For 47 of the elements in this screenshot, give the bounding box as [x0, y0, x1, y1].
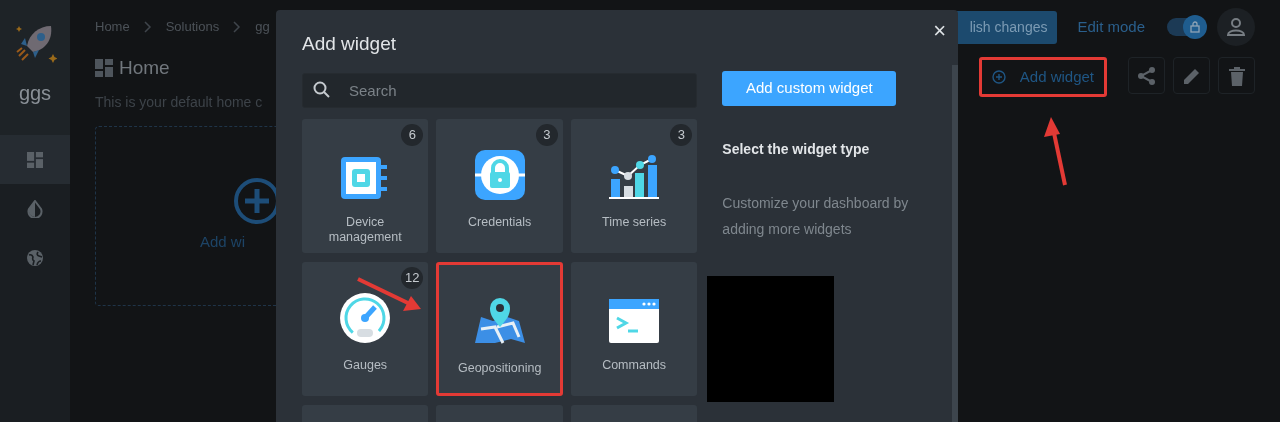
count-badge: 6: [401, 123, 424, 146]
brand-name: ggs: [18, 81, 52, 106]
widget-label: Credentials: [467, 214, 533, 230]
share-icon: [1136, 65, 1157, 86]
section-heading: Select the widget type: [722, 140, 871, 159]
dashboard-icon: [27, 151, 43, 168]
widget-tile[interactable]: Device management 6: [302, 118, 429, 253]
edit-mode-toggle[interactable]: [1167, 18, 1205, 36]
widget-tile[interactable]: Time series 3: [570, 118, 698, 253]
widget-tile[interactable]: Commands: [570, 261, 698, 396]
person-icon: [1226, 17, 1246, 37]
widget-label: Gauges: [342, 357, 389, 373]
dialog-title: Add widget: [302, 32, 397, 56]
widget-label: Geopositioning: [456, 360, 543, 376]
avatar[interactable]: [1217, 8, 1255, 46]
edit-button[interactable]: [1173, 57, 1210, 94]
close-button[interactable]: ×: [933, 20, 946, 42]
globe-icon: [26, 248, 44, 267]
edit-mode-label: Edit mode: [1077, 16, 1145, 37]
lock-icon: [1190, 21, 1200, 33]
help-text: Customize your dashboard by adding more widgets: [722, 194, 910, 239]
pencil-icon: [1182, 66, 1201, 85]
widget-tile[interactable]: Credentials 3: [436, 118, 563, 253]
search-field[interactable]: Search: [302, 72, 698, 108]
widget-tile[interactable]: Geopositioning: [436, 261, 563, 396]
drop-icon: [27, 199, 43, 218]
count-badge: 3: [670, 123, 693, 146]
widget-label: Commands: [601, 357, 668, 373]
chevron-icon: [233, 21, 242, 33]
widget-label: Device management: [327, 214, 403, 245]
widget-tile[interactable]: Gauges 12: [302, 261, 429, 396]
page-title: Home: [119, 56, 170, 80]
count-badge: 12: [400, 266, 424, 289]
trash-icon: [1228, 65, 1245, 86]
chevron-icon: [143, 21, 152, 33]
dashboard-icon: [95, 59, 113, 78]
padlock-icon: [473, 148, 526, 201]
search-icon: [313, 80, 331, 99]
scrollbar[interactable]: [952, 65, 958, 422]
terminal-icon: [608, 297, 661, 344]
add-circle-icon: [991, 70, 1006, 84]
share-button[interactable]: [1128, 57, 1165, 94]
delete-button[interactable]: [1218, 57, 1255, 94]
count-badge: 3: [535, 123, 558, 146]
widget-label: Time series: [601, 214, 668, 230]
gauge-icon: [339, 291, 392, 344]
sidebar-item[interactable]: [0, 135, 70, 184]
